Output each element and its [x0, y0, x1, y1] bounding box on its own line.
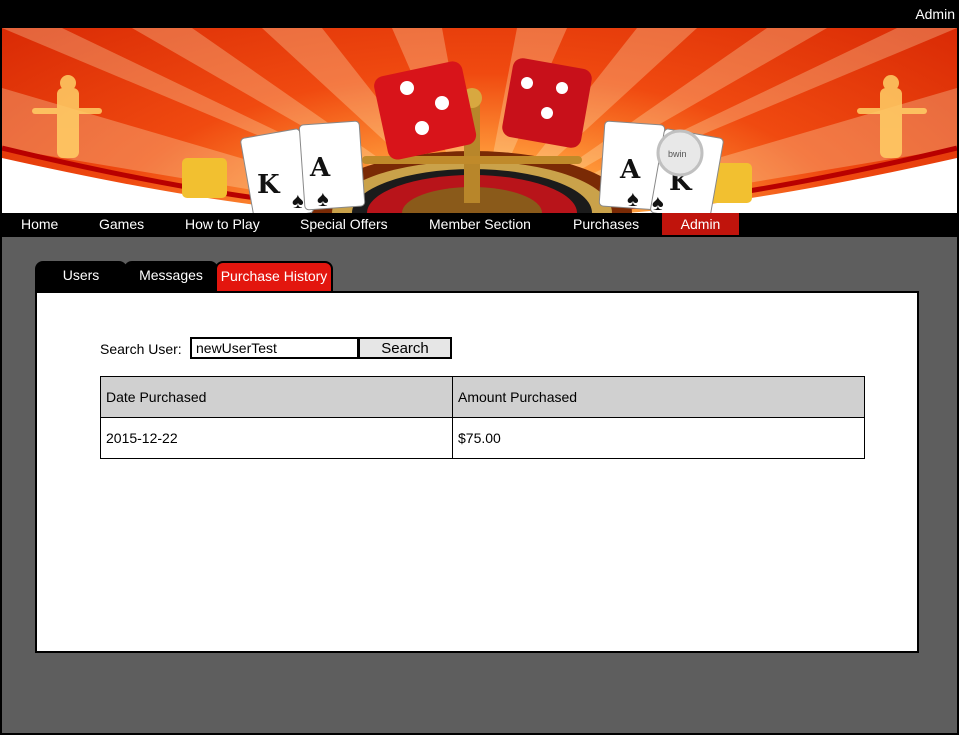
cell-amount: $75.00 [452, 417, 865, 459]
nav-admin[interactable]: Admin [662, 213, 739, 235]
svg-text:♠: ♠ [292, 188, 304, 213]
admin-link[interactable]: Admin [915, 6, 955, 22]
header-date-purchased: Date Purchased [100, 376, 453, 418]
tab-users[interactable]: Users [35, 261, 127, 291]
table-row: 2015-12-22 $75.00 [100, 417, 865, 459]
svg-text:A: A [309, 153, 331, 183]
bwin-chip: bwin [656, 129, 704, 177]
header-amount-purchased: Amount Purchased [452, 376, 865, 418]
main-nav: Home Games How to Play Special Offers Me… [2, 213, 957, 237]
casino-banner: K A ♠ ♠ A K ♠ ♠ bwin [2, 28, 957, 213]
svg-text:♠: ♠ [317, 186, 329, 211]
svg-text:♠: ♠ [627, 186, 639, 211]
tab-purchase-history[interactable]: Purchase History [215, 261, 333, 291]
table-header-row: Date Purchased Amount Purchased [100, 376, 865, 418]
banner-artwork: K A ♠ ♠ A K ♠ ♠ bwin [2, 28, 957, 213]
search-button[interactable]: Search [358, 337, 452, 359]
nav-special-offers[interactable]: Special Offers [300, 213, 388, 235]
search-user-label: Search User: [100, 341, 182, 357]
search-user-input[interactable] [190, 337, 359, 359]
svg-text:A: A [619, 155, 641, 185]
svg-text:bwin: bwin [668, 149, 687, 159]
top-bar: Admin [0, 0, 959, 28]
svg-text:♠: ♠ [652, 190, 664, 213]
cell-date: 2015-12-22 [100, 417, 453, 459]
purchase-history-table: Date Purchased Amount Purchased 2015-12-… [100, 376, 865, 459]
nav-purchases[interactable]: Purchases [573, 213, 639, 235]
nav-home[interactable]: Home [21, 213, 58, 235]
tab-messages[interactable]: Messages [124, 261, 218, 291]
purchase-history-panel: Search User: Search Date Purchased Amoun… [35, 291, 919, 653]
nav-member-section[interactable]: Member Section [429, 213, 531, 235]
svg-text:K: K [257, 170, 281, 200]
nav-how-to-play[interactable]: How to Play [185, 213, 260, 235]
nav-games[interactable]: Games [99, 213, 144, 235]
